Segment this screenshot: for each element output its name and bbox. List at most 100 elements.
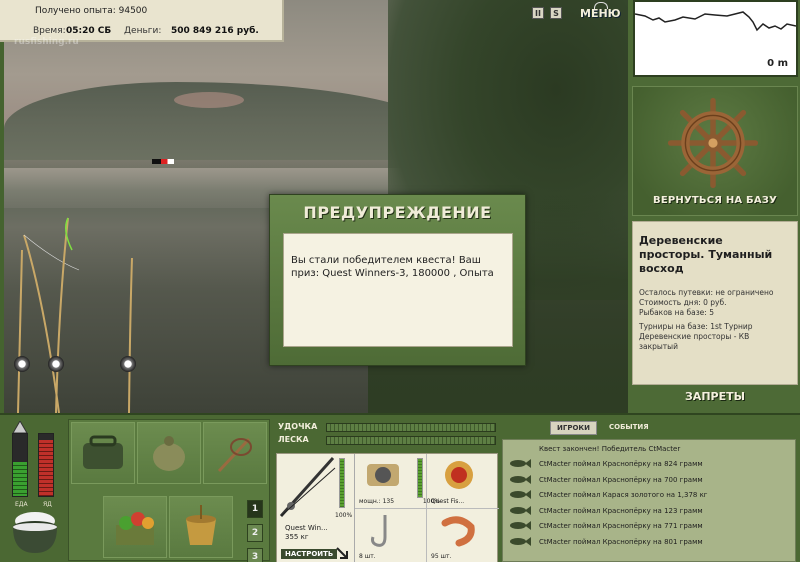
sound-button[interactable]: S (550, 7, 562, 19)
rod-strength-bar (326, 423, 496, 432)
shrimp-icon (441, 516, 475, 547)
line-strength-row: ЛЕСКА (278, 435, 496, 446)
fish-icon (510, 490, 531, 499)
time-value: 05:20 СБ (66, 26, 112, 36)
money-label: Деньги: (124, 26, 162, 36)
location-detail: закрытый (639, 342, 678, 351)
setup-button[interactable]: НАСТРОИТЬ (281, 549, 338, 559)
return-to-base-button[interactable]: ВЕРНУТЬСЯ НА БАЗУ (632, 195, 798, 215)
location-detail: Турниры на базе: 1st Турнир (639, 322, 753, 331)
event-text: CtMacter поймал Краснопёрку на 123 грамм (539, 506, 703, 515)
rod-slot[interactable]: 100% Quest Win... 355 кг НАСТРОИТЬ (277, 454, 355, 562)
bans-button[interactable]: ЗАПРЕТЫ (632, 390, 798, 408)
list-item: CtMacter поймал Краснопёрку на 801 грамм (503, 534, 795, 550)
rod-3[interactable] (128, 257, 133, 413)
rod-strength-row: УДОЧКА (278, 422, 496, 433)
rod-durability-pct: 100% (335, 512, 353, 519)
inventory-slot-bag[interactable] (71, 422, 135, 484)
hook-count: 8 шт. (359, 553, 376, 560)
reel-icon (367, 464, 399, 486)
bait-name: Quest Fis... (431, 498, 465, 505)
game-screen: Получено опыта: 94500 Время: 05:20 СБ Де… (0, 0, 800, 562)
rod-weight: 355 кг (285, 533, 309, 541)
food-gauge (12, 433, 28, 497)
fish-icon (510, 474, 531, 484)
fish-icon (510, 521, 531, 530)
event-text: CtMacter поймал Краснопёрку на 801 грамм (539, 537, 703, 546)
bottom-panel: ЕДА ЯД 1 2 3 УДОЧКА ЛЕСКА 100% Quest Win… (0, 413, 800, 562)
warning-dialog[interactable]: ПРЕДУПРЕЖДЕНИЕ Вы стали победителем квес… (269, 194, 526, 366)
arrow-down-right-icon[interactable] (335, 546, 349, 560)
location-title: Деревенские просторы. Туманный восход (639, 234, 773, 275)
menu-button[interactable]: МЕНЮ (580, 1, 621, 20)
reel-slot[interactable]: мощн.: 135 100% (355, 454, 440, 509)
tab-events[interactable]: СОБЫТИЯ (603, 421, 655, 435)
events-panel: ИГРОКИ СОБЫТИЯ Квест закончен! Победител… (502, 417, 796, 562)
food-gauge-fill (13, 461, 27, 496)
dialog-title: ПРЕДУПРЕЖДЕНИЕ (303, 203, 492, 222)
events-list: Квест закончен! Победитель CtMacter CtMa… (502, 439, 796, 562)
location-detail: Стоимость дня: 0 руб. (639, 298, 727, 307)
location-detail: Рыбаков на базе: 5 (639, 308, 714, 317)
inventory-slot-net[interactable] (203, 422, 267, 484)
inventory-grid: 1 2 3 (68, 419, 270, 562)
location-details: Осталось путевки: не ограничено Стоимост… (639, 288, 773, 352)
reel-power: мощн.: 135 (359, 498, 395, 505)
bait-slot[interactable]: Quest Fis... (427, 454, 499, 509)
list-item: CtMacter поймал Краснопёрку на 123 грамм (503, 503, 795, 519)
list-item: CtMacter поймал Краснопёрку на 700 грамм (503, 472, 795, 488)
bucket-icon (186, 505, 216, 545)
status-gauges: ЕДА ЯД (8, 421, 62, 511)
bait-box-icon (445, 461, 473, 489)
fish-icon (510, 505, 531, 515)
location-panel: Деревенские просторы. Туманный восход Ос… (632, 221, 798, 385)
dialog-message: Вы стали победителем квеста! Ваш приз: Q… (291, 255, 494, 279)
hook-icon (371, 515, 387, 547)
sack-icon (153, 436, 185, 471)
event-text: CtMacter поймал Краснопёрку на 824 грамм (539, 460, 703, 468)
shrimp-slot[interactable]: 95 шт. (427, 509, 499, 562)
fish-icon (510, 459, 531, 468)
inventory-slot-sack[interactable] (137, 422, 201, 484)
reel-3 (120, 356, 136, 372)
cooking-pot-icon[interactable] (8, 507, 62, 557)
tab-players[interactable]: ИГРОКИ (550, 421, 597, 435)
inventory-page-2[interactable]: 2 (247, 524, 263, 542)
watermark-logo: rusfishing.ru (14, 37, 79, 47)
experience-label: Получено опыта: (35, 6, 116, 16)
event-text: CtMacter поймал Краснопёрку на 771 грамм (539, 522, 703, 530)
hook-slot[interactable]: 8 шт. (355, 509, 427, 562)
tackle-box: 100% Quest Win... 355 кг НАСТРОИТЬ мощн.… (276, 453, 499, 562)
list-item: CtMacter поймал Краснопёрку на 771 грамм (503, 518, 795, 534)
events-tabs: ИГРОКИ СОБЫТИЯ (550, 421, 655, 435)
vegetable-basket-icon (116, 512, 154, 545)
list-item: CtMacter поймал Карася золотого на 1,378… (503, 487, 795, 503)
reel-1 (14, 356, 30, 372)
rod-1[interactable] (23, 234, 60, 413)
rod-tip-2 (65, 217, 73, 251)
list-item: CtMacter поймал Краснопёрку на 824 грамм (503, 456, 795, 472)
inventory-page-1[interactable]: 1 (247, 500, 263, 518)
location-detail: Осталось путевки: не ограничено (639, 288, 774, 297)
top-controls: II S МЕНЮ (532, 1, 621, 23)
depth-graph: 0 m (633, 0, 798, 77)
rod-2[interactable] (55, 217, 69, 413)
pause-button[interactable]: II (532, 7, 544, 19)
poison-gauge (38, 433, 54, 497)
inventory-slot-bucket[interactable] (169, 496, 233, 558)
events-header: Квест закончен! Победитель CtMacter (539, 445, 681, 453)
ship-helm-icon (667, 97, 759, 189)
tackle-bag-icon (83, 435, 123, 469)
fishing-rod-icon (279, 456, 336, 518)
depth-label: 0 m (767, 58, 788, 69)
rod-name: Quest Win... (285, 524, 328, 532)
experience-text: Получено опыта: 94500 (35, 6, 147, 16)
tackle-panel: УДОЧКА ЛЕСКА 100% Quest Win... 355 кг НА… (274, 417, 499, 562)
inventory-page-3[interactable]: 3 (247, 548, 263, 562)
pencil-icon (12, 421, 28, 433)
experience-value: 94500 (118, 6, 148, 16)
landing-net-icon (217, 437, 252, 473)
rod-4[interactable] (17, 249, 23, 413)
location-detail: Деревенские просторы - КВ (639, 332, 750, 341)
inventory-slot-basket[interactable] (103, 496, 167, 558)
